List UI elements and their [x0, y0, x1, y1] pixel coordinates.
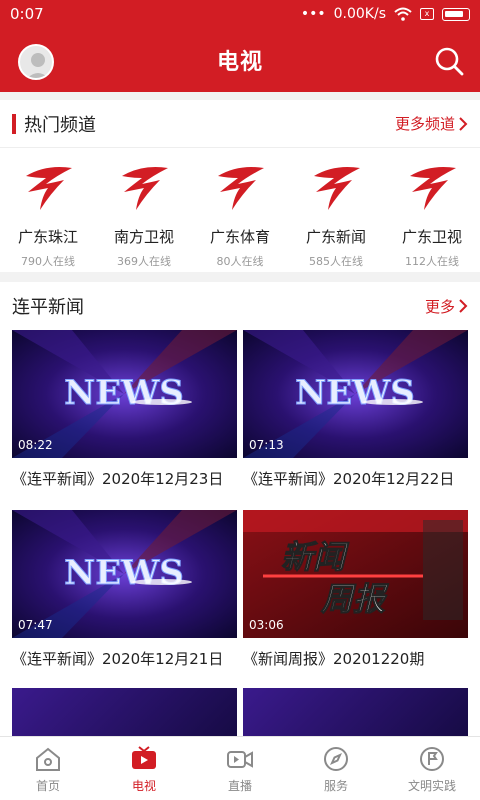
news-weekly-thumb-text-1: 新闻 [281, 538, 350, 576]
gdtv-logo-icon [314, 167, 360, 210]
nav-home[interactable]: 首页 [0, 737, 96, 800]
bottom-nav: 首页 电视 直播 服务 文明实践 [0, 736, 480, 800]
video-card[interactable]: NEWS 07:13 《连平新闻》2020年12月22日 [243, 330, 468, 489]
network-speed: 0.00K/s [333, 6, 386, 22]
video-duration: 03:06 [249, 618, 284, 632]
sim-icon: x [420, 8, 434, 20]
channel-item[interactable]: 南方卫视 369人在线 [98, 162, 190, 269]
battery-icon [442, 7, 470, 21]
channel-name: 广东体育 [209, 228, 270, 246]
channel-online-count: 112人在线 [405, 255, 459, 268]
channel-item[interactable]: 广东卫视 112人在线 [386, 162, 478, 269]
gdtv-logo-icon [26, 167, 72, 210]
video-thumbnail[interactable]: 新闻 周报 03:06 [243, 510, 468, 638]
status-bar: 0:07 ••• 0.00K/s x [0, 0, 480, 28]
video-card[interactable]: NEWS 08:22 《连平新闻》2020年12月23日 [12, 330, 237, 489]
tv-icon [132, 746, 156, 769]
video-caption[interactable]: 《连平新闻》2020年12月22日 [243, 468, 468, 489]
video-card-partial[interactable] [243, 688, 468, 736]
nav-service[interactable]: 服务 [288, 737, 384, 800]
channel-online-count: 585人在线 [309, 255, 363, 268]
chevron-right-icon [459, 116, 468, 131]
channel-list: 广东珠江 790人在线 南方卫视 369人在线 广东体育 80人在线 广东新闻 … [0, 148, 480, 269]
nav-label: 首页 [35, 779, 60, 793]
section-accent-bar [12, 113, 16, 134]
section-title: 热门频道 [24, 114, 96, 136]
video-thumbnail[interactable] [12, 688, 237, 736]
avatar[interactable] [18, 44, 54, 80]
video-caption[interactable]: 《连平新闻》2020年12月23日 [12, 468, 237, 489]
hot-channels-section: 热门频道 更多频道 广东珠江 790人在线 南方卫视 369人在线 广东体育 8… [0, 100, 480, 272]
nav-live[interactable]: 直播 [192, 737, 288, 800]
channel-item[interactable]: 广东新闻 585人在线 [290, 162, 382, 269]
nav-civilization[interactable]: 文明实践 [384, 737, 480, 800]
channel-name: 广东珠江 [17, 228, 78, 246]
search-icon[interactable] [434, 46, 464, 76]
more-dots-icon: ••• [300, 6, 326, 22]
nav-label: 服务 [323, 779, 348, 793]
gdtv-logo-icon [410, 167, 456, 210]
news-thumb-text: NEWS [295, 373, 415, 413]
video-card[interactable]: NEWS 07:47 《连平新闻》2020年12月21日 [12, 510, 237, 669]
gdtv-logo-icon [218, 167, 264, 210]
page-title: 电视 [216, 50, 263, 75]
wifi-icon [394, 7, 412, 21]
nav-label: 文明实践 [407, 779, 456, 793]
video-caption[interactable]: 《连平新闻》2020年12月21日 [12, 648, 237, 669]
video-thumbnail[interactable]: NEWS 08:22 [12, 330, 237, 458]
news-thumb-text: NEWS [64, 373, 184, 413]
more-channels-label: 更多频道 [394, 115, 455, 133]
video-duration: 08:22 [18, 438, 53, 452]
compass-icon [324, 747, 348, 771]
channel-name: 广东卫视 [401, 228, 462, 246]
video-card[interactable]: 新闻 周报 03:06 《新闻周报》20201220期 [243, 510, 468, 669]
channel-name: 南方卫视 [113, 228, 174, 246]
section-title: 连平新闻 [12, 297, 84, 318]
news-thumb-text: NEWS [64, 553, 184, 593]
more-news-label: 更多 [424, 297, 455, 316]
video-duration: 07:13 [249, 438, 284, 452]
flag-icon [420, 747, 444, 771]
hot-channels-header: 热门频道 更多频道 [0, 100, 480, 148]
news-header: 连平新闻 更多 [0, 282, 480, 330]
news-weekly-thumb-text-2: 周报 [320, 580, 389, 618]
home-icon [36, 747, 60, 771]
channel-online-count: 369人在线 [117, 255, 171, 268]
nav-tv[interactable]: 电视 [96, 737, 192, 800]
app-header: 电视 [0, 28, 480, 92]
video-caption[interactable]: 《新闻周报》20201220期 [243, 648, 468, 669]
video-thumbnail[interactable] [243, 688, 468, 736]
video-thumbnail[interactable]: NEWS 07:13 [243, 330, 468, 458]
status-time: 0:07 [10, 5, 44, 23]
channel-online-count: 790人在线 [21, 255, 75, 268]
nav-label: 直播 [227, 779, 252, 793]
more-channels-link[interactable]: 更多频道 [395, 113, 468, 134]
video-card-partial[interactable] [12, 688, 237, 736]
chevron-right-icon [459, 299, 468, 313]
nav-label: 电视 [131, 779, 156, 793]
channel-online-count: 80人在线 [216, 255, 264, 268]
channel-item[interactable]: 广东体育 80人在线 [194, 162, 286, 269]
gdtv-logo-icon [122, 167, 168, 210]
video-camera-icon [227, 751, 253, 768]
channel-name: 广东新闻 [305, 228, 366, 246]
more-news-link[interactable]: 更多 [425, 296, 468, 317]
video-duration: 07:47 [18, 618, 53, 632]
video-thumbnail[interactable]: NEWS 07:47 [12, 510, 237, 638]
channel-item[interactable]: 广东珠江 790人在线 [2, 162, 94, 269]
